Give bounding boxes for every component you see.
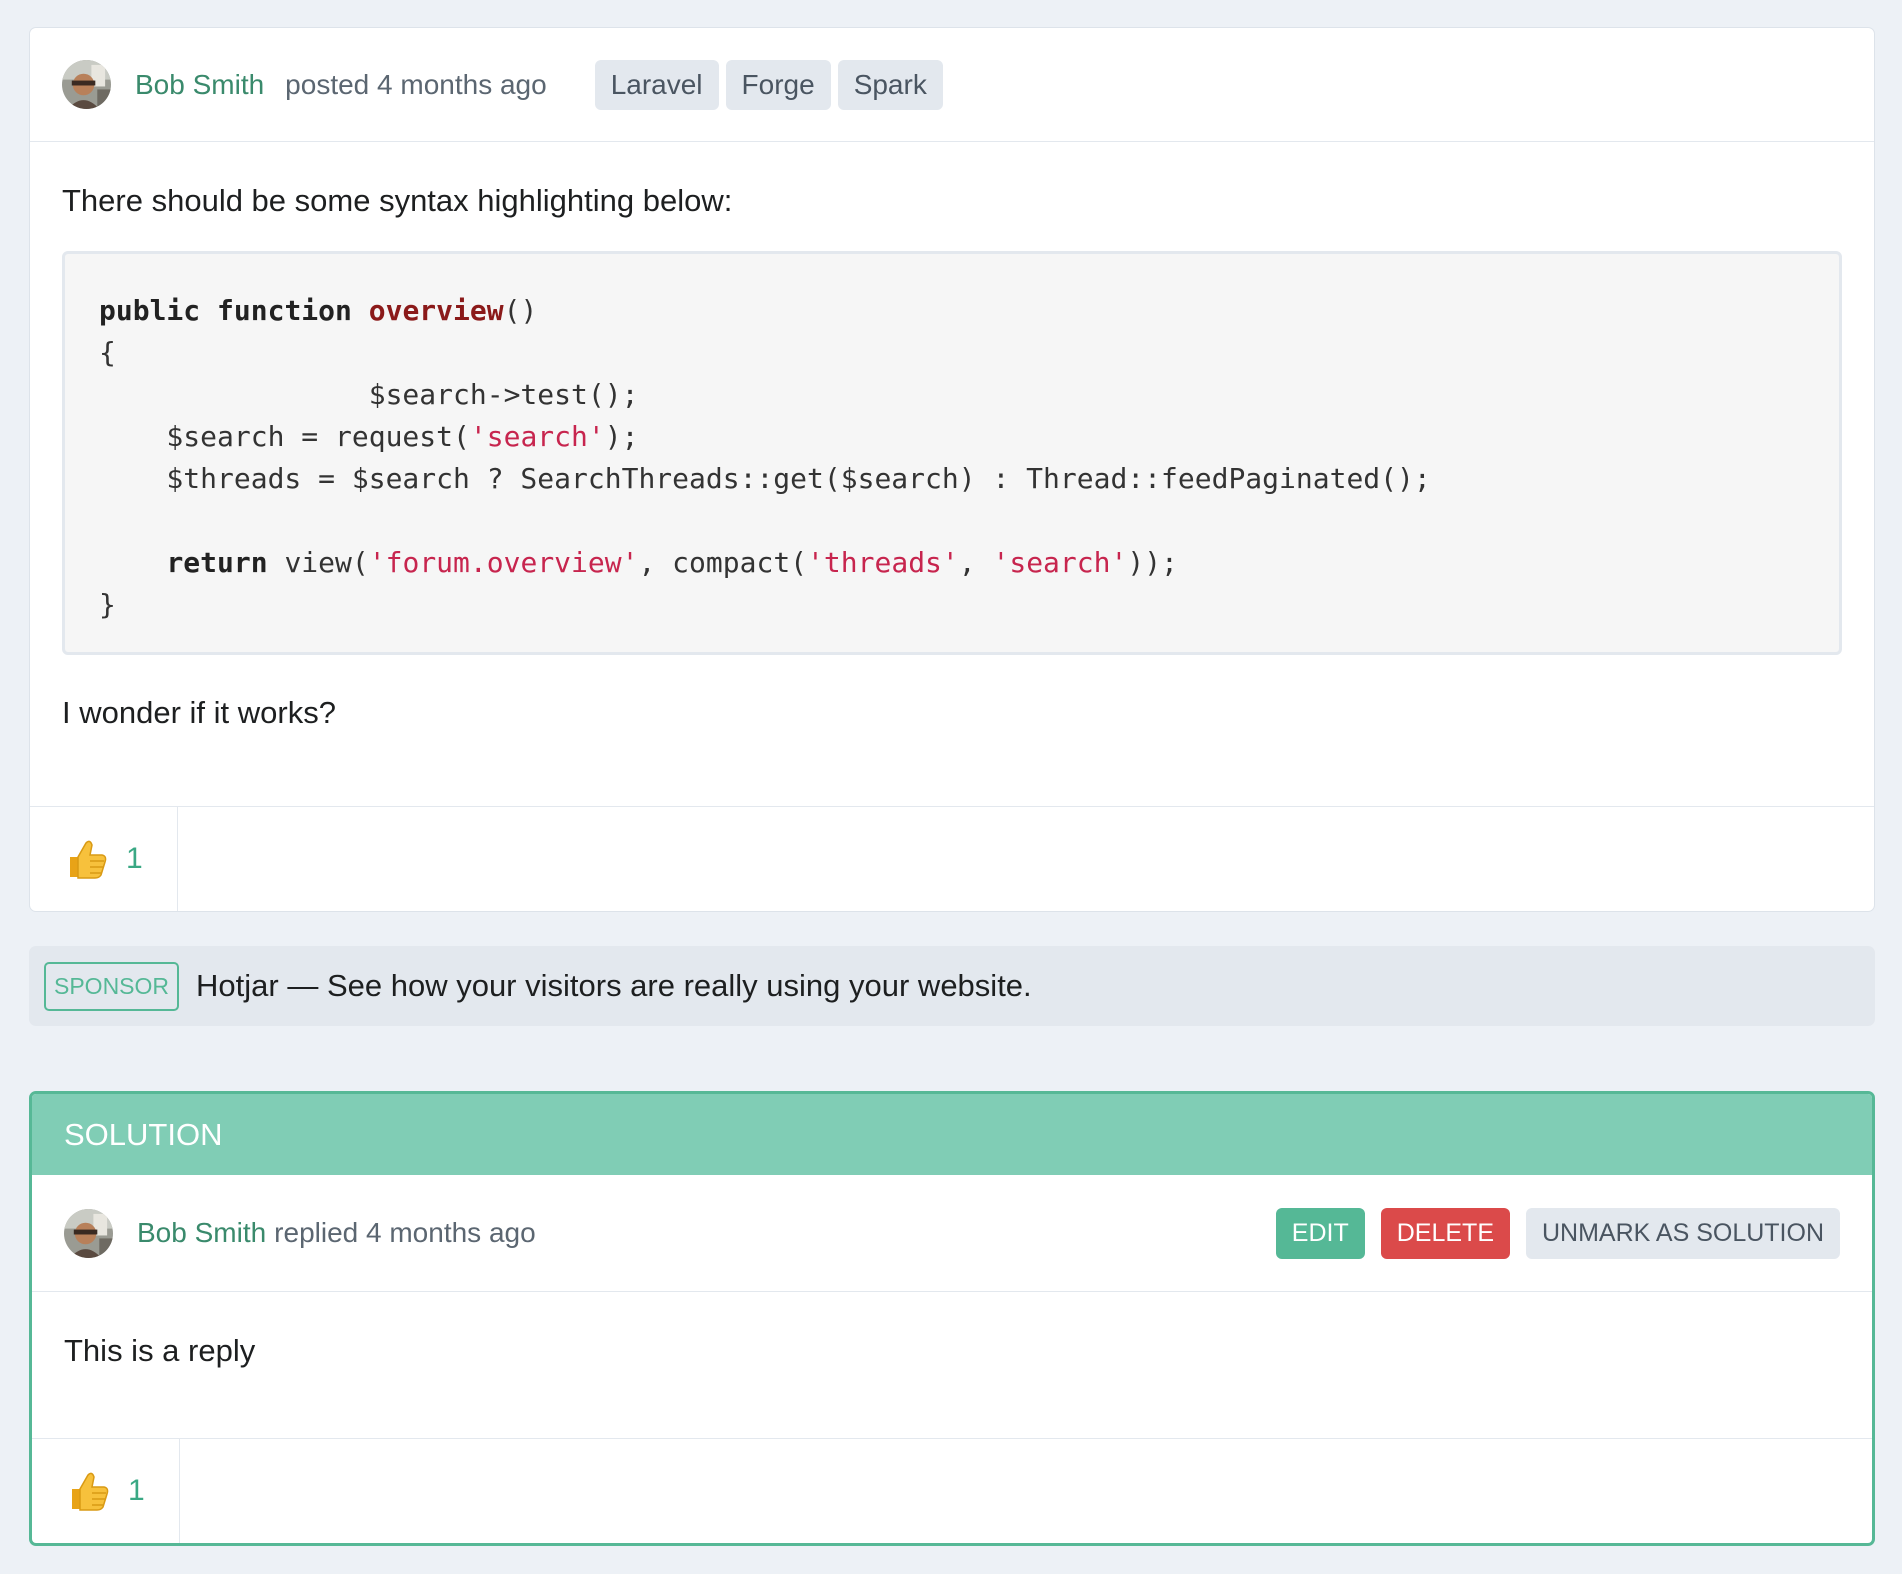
- tag-laravel[interactable]: Laravel: [594, 59, 719, 110]
- code-token: overview: [368, 294, 504, 327]
- code-token: 'search': [469, 420, 605, 453]
- code-token: $search->test();: [99, 378, 639, 411]
- code-token: public: [99, 294, 201, 327]
- code-token: ,: [958, 546, 993, 579]
- code-line: {: [99, 336, 116, 369]
- reply-time: replied 4 months ago: [274, 1217, 536, 1248]
- code-token: , compact(: [638, 546, 808, 579]
- sponsor-link[interactable]: Hotjar — See how your visitors are reall…: [196, 968, 1032, 1004]
- reply-author-link[interactable]: Bob Smith: [137, 1217, 266, 1249]
- thread-intro-text: There should be some syntax highlighting…: [62, 183, 733, 218]
- code-line: }: [99, 588, 116, 621]
- code-token: {: [99, 336, 116, 369]
- code-token: (): [503, 294, 538, 327]
- thread-like-button[interactable]: 1: [30, 807, 178, 911]
- reply-header: Bob Smith replied 4 months ago EDIT DELE…: [32, 1175, 1872, 1292]
- avatar-image: [62, 60, 111, 109]
- code-token: return: [166, 546, 268, 579]
- tag-forge[interactable]: Forge: [725, 59, 831, 110]
- sponsor-bar: SPONSOR Hotjar — See how your visitors a…: [29, 946, 1875, 1026]
- code-token: 'threads': [807, 546, 959, 579]
- code-line: $search->test();: [99, 378, 639, 411]
- avatar-image: [64, 1208, 113, 1258]
- thumbs-up-icon: [62, 835, 110, 883]
- tag-list: Laravel Forge Spark: [594, 59, 943, 110]
- code-line: public function overview(): [99, 294, 537, 327]
- reply-like-count: 1: [128, 1474, 145, 1507]
- code-token: );: [604, 420, 639, 453]
- thread-outro-text: I wonder if it works?: [62, 695, 336, 730]
- thread-header: Bob Smith posted 4 months ago Laravel For…: [30, 28, 1874, 142]
- code-block: public function overview() { $search->te…: [62, 251, 1842, 655]
- code-token: 'forum.overview': [368, 546, 639, 579]
- thumbs-up-icon: [64, 1467, 112, 1515]
- code-line: $search = request('search');: [99, 420, 638, 453]
- code-token: view(: [267, 546, 369, 579]
- sponsor-badge: SPONSOR: [44, 961, 180, 1011]
- edit-button[interactable]: EDIT: [1275, 1207, 1365, 1259]
- reply-actions: EDIT DELETE UNMARK AS SOLUTION: [1275, 1207, 1840, 1259]
- author-avatar[interactable]: [62, 60, 111, 109]
- reply-like-button[interactable]: 1: [32, 1439, 180, 1543]
- code-token: 'search': [992, 546, 1128, 579]
- delete-button[interactable]: DELETE: [1380, 1207, 1510, 1259]
- thread-body: There should be some syntax highlighting…: [30, 142, 1874, 735]
- solution-card: SOLUTION Bob Smith replied 4 months ago …: [29, 1091, 1875, 1546]
- tag-spark[interactable]: Spark: [837, 59, 943, 110]
- code-token: $search = request(: [99, 420, 470, 453]
- reply-text: This is a reply: [64, 1333, 256, 1368]
- thread-posted-time: posted 4 months ago: [285, 68, 547, 100]
- code-token: }: [99, 588, 116, 621]
- code-token: $threads = $search ? SearchThreads::get(…: [99, 462, 1431, 495]
- reply-author-avatar[interactable]: [64, 1208, 113, 1258]
- thread-footer: 1: [30, 806, 1874, 911]
- thread-card: Bob Smith posted 4 months ago Laravel For…: [29, 27, 1875, 912]
- unmark-solution-button[interactable]: UNMARK AS SOLUTION: [1526, 1207, 1840, 1259]
- code-line: return view('forum.overview', compact('t…: [99, 546, 1178, 579]
- code-token: ));: [1127, 546, 1178, 579]
- reply-footer: 1: [32, 1438, 1872, 1543]
- thread-like-count: 1: [126, 842, 143, 875]
- solution-banner: SOLUTION: [32, 1094, 1872, 1175]
- thread-author-link[interactable]: Bob Smith: [135, 69, 264, 101]
- code-line: $threads = $search ? SearchThreads::get(…: [99, 462, 1431, 495]
- code-token: function: [217, 294, 352, 327]
- reply-body: This is a reply: [32, 1292, 1872, 1373]
